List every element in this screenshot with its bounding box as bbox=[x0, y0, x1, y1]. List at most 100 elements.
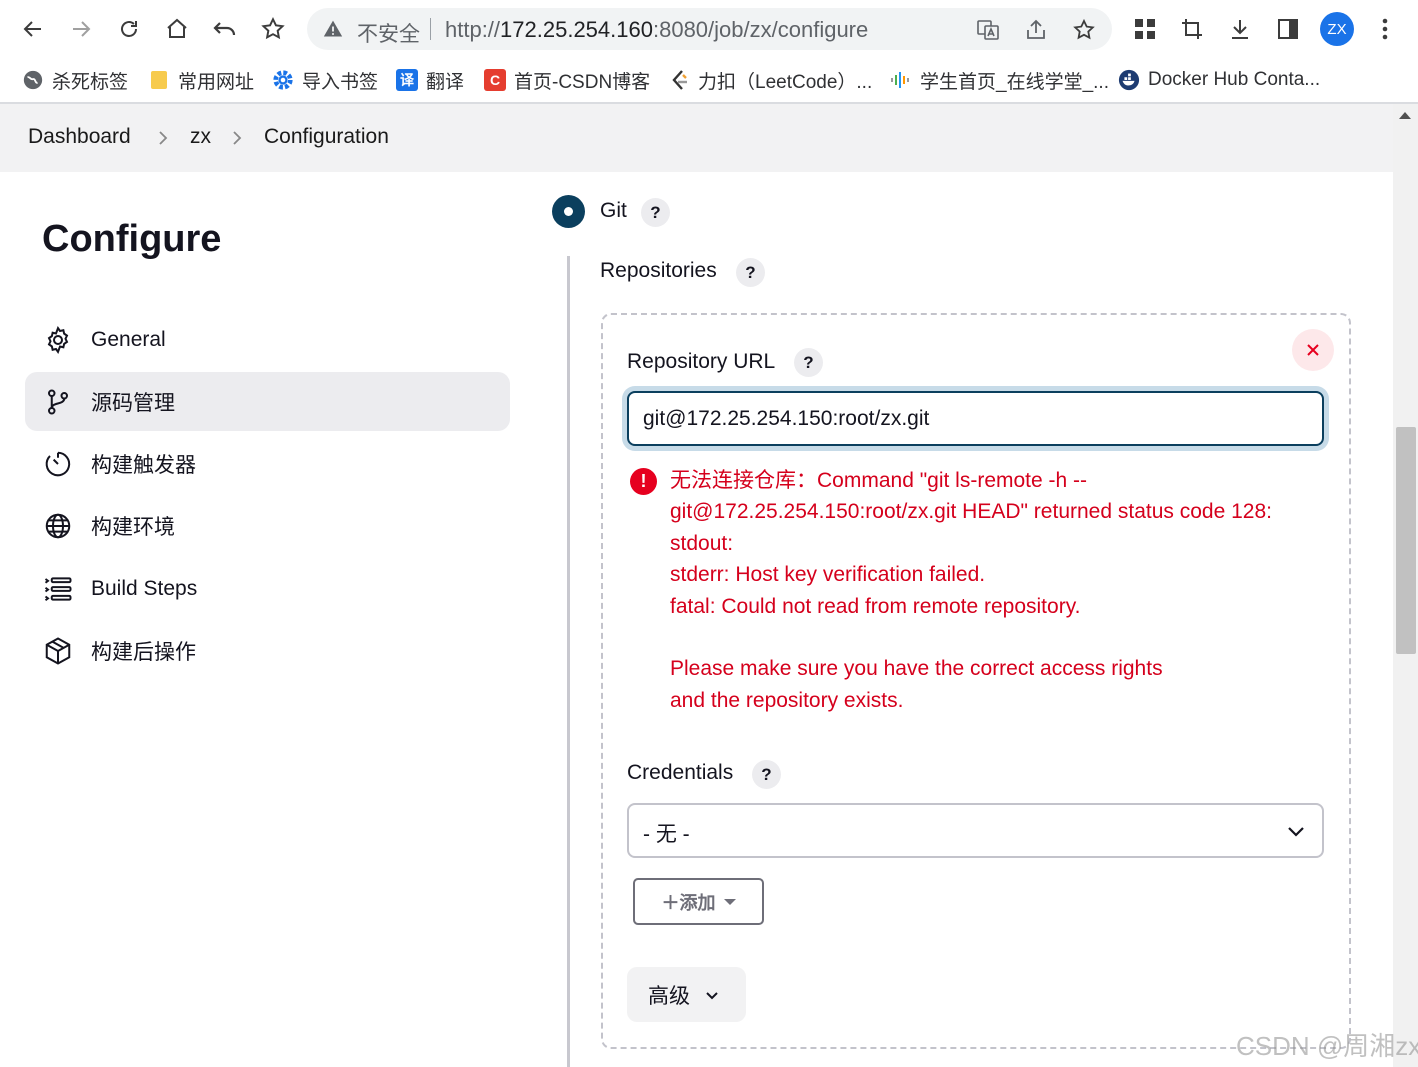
sidebar-item-label: 源码管理 bbox=[91, 391, 175, 415]
breadcrumb-job[interactable]: zx bbox=[190, 125, 211, 149]
sidebar-item-general[interactable]: General bbox=[25, 310, 510, 369]
url-host: 172.25.254.160 bbox=[500, 17, 653, 42]
gear-icon bbox=[42, 324, 74, 356]
bookmark-star-button[interactable] bbox=[256, 12, 290, 46]
bookmark-label: 常用网址 bbox=[178, 71, 255, 93]
arrow-left-icon bbox=[23, 21, 41, 37]
bookmark-label: Docker Hub Conta... bbox=[1148, 69, 1321, 90]
translate-icon[interactable] bbox=[975, 17, 1001, 43]
crop-icon[interactable] bbox=[1175, 12, 1209, 46]
reload-button[interactable] bbox=[112, 12, 146, 46]
arrow-right-icon bbox=[73, 21, 91, 37]
sidebar-item-scm[interactable]: 源码管理 bbox=[25, 372, 510, 431]
package-icon bbox=[42, 635, 74, 667]
bookmark-item[interactable]: 杀死标签 bbox=[22, 65, 128, 95]
undo-icon bbox=[213, 22, 236, 36]
add-credentials-button[interactable]: ＋添加 bbox=[633, 878, 764, 925]
sidebar-item-label: 构建后操作 bbox=[91, 640, 196, 664]
git-option-label[interactable]: Git bbox=[600, 199, 627, 223]
more-menu-icon[interactable] bbox=[1368, 12, 1402, 46]
repository-url-input[interactable] bbox=[627, 391, 1324, 446]
warning-icon bbox=[323, 19, 343, 44]
error-line: and the repository exists. bbox=[670, 688, 904, 712]
bookmark-item[interactable]: 学生首页_在线学堂_... bbox=[890, 65, 1109, 95]
gear-icon bbox=[272, 69, 294, 91]
scrollbar-thumb[interactable] bbox=[1396, 427, 1416, 654]
side-panel-icon[interactable] bbox=[1271, 12, 1305, 46]
error-line: stdout: bbox=[670, 531, 734, 555]
repository-url-help-button[interactable]: ? bbox=[794, 348, 823, 377]
git-radio-button[interactable] bbox=[552, 195, 585, 228]
bookmark-item[interactable]: 常用网址 bbox=[148, 65, 254, 95]
bookmarks-bar: 杀死标签 常用网址 导入书签 译 翻译 C 首页-CSDN博客 力扣（LeetC… bbox=[0, 58, 1418, 102]
sidebar-item-label: Build Steps bbox=[91, 576, 198, 600]
undo-button[interactable] bbox=[208, 12, 242, 46]
credentials-select[interactable]: - 无 - bbox=[627, 803, 1324, 858]
bookmark-item[interactable]: 译 翻译 bbox=[396, 65, 464, 95]
repositories-help-button[interactable]: ? bbox=[736, 258, 765, 287]
chevron-down-icon bbox=[706, 991, 718, 999]
download-icon[interactable] bbox=[1223, 12, 1257, 46]
security-label[interactable]: 不安全 bbox=[357, 18, 420, 48]
error-line: 无法连接仓库：Command "git ls-remote -h -- bbox=[670, 469, 1088, 492]
omnibox-divider bbox=[430, 18, 431, 40]
folder-icon bbox=[148, 69, 170, 91]
chevron-right-icon bbox=[230, 126, 244, 150]
section-guide-line bbox=[567, 256, 570, 1067]
sidebar-item-label: General bbox=[91, 327, 166, 351]
home-icon bbox=[167, 18, 187, 38]
bookmark-label: 首页-CSDN博客 bbox=[514, 71, 651, 93]
bookmark-item[interactable]: Docker Hub Conta... bbox=[1118, 65, 1320, 95]
forward-button[interactable] bbox=[64, 12, 98, 46]
error-line: stderr: Host key verification failed. bbox=[670, 563, 986, 587]
error-icon: ! bbox=[630, 468, 657, 495]
page-title: Configure bbox=[42, 218, 222, 260]
home-button[interactable] bbox=[160, 12, 194, 46]
delete-repository-button[interactable] bbox=[1292, 329, 1334, 371]
address-bar[interactable]: 不安全 http://172.25.254.160:8080/job/zx/co… bbox=[307, 8, 1112, 50]
scroll-up-arrow-icon[interactable] bbox=[1399, 112, 1411, 119]
list-icon bbox=[42, 573, 74, 605]
breadcrumb-configuration[interactable]: Configuration bbox=[264, 125, 389, 149]
url-text[interactable]: http://172.25.254.160:8080/job/zx/config… bbox=[445, 17, 868, 43]
leetcode-icon bbox=[668, 69, 690, 91]
globe-icon bbox=[42, 510, 74, 542]
git-help-button[interactable]: ? bbox=[641, 198, 670, 227]
git-branch-icon bbox=[42, 386, 74, 418]
add-credentials-label: ＋添加 bbox=[661, 892, 716, 913]
bookmark-label: 杀死标签 bbox=[52, 71, 129, 93]
sidebar-item-triggers[interactable]: 构建触发器 bbox=[25, 434, 510, 493]
star-icon[interactable] bbox=[1071, 17, 1097, 43]
docker-icon bbox=[1118, 69, 1140, 91]
profile-avatar[interactable]: ZX bbox=[1320, 12, 1354, 46]
sidebar-item-post-build[interactable]: 构建后操作 bbox=[25, 621, 510, 680]
close-icon bbox=[1307, 344, 1319, 356]
credentials-selected-value: - 无 - bbox=[643, 823, 690, 846]
breadcrumb-dashboard[interactable]: Dashboard bbox=[28, 125, 131, 149]
back-button[interactable] bbox=[16, 12, 50, 46]
chevron-right-icon bbox=[156, 126, 170, 150]
caret-down-icon bbox=[723, 898, 736, 905]
share-icon[interactable] bbox=[1023, 17, 1049, 43]
sidebar-item-environment[interactable]: 构建环境 bbox=[25, 496, 510, 555]
bookmark-item[interactable]: 导入书签 bbox=[272, 65, 378, 95]
timer-icon bbox=[42, 448, 74, 480]
breadcrumb: Dashboard zx Configuration bbox=[0, 104, 1393, 172]
url-scheme: http:// bbox=[445, 17, 501, 42]
bookmark-label: 学生首页_在线学堂_... bbox=[920, 71, 1109, 93]
repositories-label: Repositories bbox=[600, 259, 717, 282]
credentials-help-button[interactable]: ? bbox=[752, 760, 781, 789]
bookmark-label: 翻译 bbox=[426, 71, 465, 93]
url-path: :8080/job/zx/configure bbox=[652, 17, 869, 42]
soundwave-icon bbox=[890, 69, 912, 91]
bookmark-item[interactable]: 力扣（LeetCode）... bbox=[668, 65, 872, 95]
star-icon bbox=[261, 17, 285, 40]
csdn-icon: C bbox=[484, 69, 506, 91]
advanced-button[interactable]: 高级 bbox=[627, 967, 746, 1022]
extensions-grid-icon[interactable] bbox=[1128, 12, 1162, 46]
sidebar-item-build-steps[interactable]: Build Steps bbox=[25, 559, 510, 618]
sidebar-item-label: 构建环境 bbox=[91, 515, 175, 539]
bookmark-item[interactable]: C 首页-CSDN博客 bbox=[484, 65, 650, 95]
watermark: CSDN @周湘zx bbox=[1236, 1031, 1418, 1061]
reload-icon bbox=[121, 21, 137, 37]
